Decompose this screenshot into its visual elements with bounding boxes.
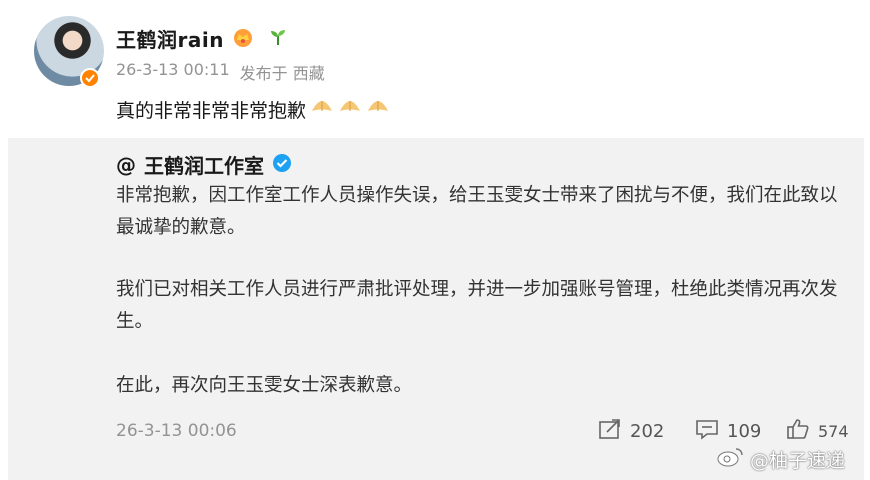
- post-text: 真的非常非常非常抱歉: [116, 96, 390, 123]
- clap-emoji-icon: [338, 97, 362, 122]
- at-symbol: @: [116, 152, 136, 177]
- repost-count: 202: [630, 421, 665, 442]
- comment-count: 109: [727, 421, 762, 442]
- sprout-icon: [268, 27, 288, 51]
- clap-emoji-icon: [310, 97, 334, 122]
- quoted-paragraph-1: 非常抱歉，因工作室工作人员操作失误，给王玉雯女士带来了困扰与不便，我们在此致以最…: [116, 185, 838, 238]
- weibo-logo-icon: [716, 446, 744, 473]
- watermark-text: @柚子速递: [750, 450, 846, 472]
- quoted-author-name[interactable]: 王鹤润工作室: [144, 150, 264, 179]
- post-meta: 26-3-13 00:11 发布于 西藏: [116, 60, 325, 84]
- comment-icon: [695, 418, 719, 445]
- crown-icon: [232, 27, 254, 51]
- verified-blue-icon: [272, 153, 292, 177]
- quoted-header: @ 王鹤润工作室: [116, 150, 292, 179]
- quoted-paragraph-3: 在此，再次向王玉雯女士深表歉意。: [116, 375, 413, 396]
- author-name[interactable]: 王鹤润rain: [116, 24, 224, 53]
- post-location: 发布于 西藏: [239, 64, 325, 83]
- clap-emoji-icon: [366, 97, 390, 122]
- author-row: 王鹤润rain: [116, 24, 288, 53]
- quoted-paragraph-2: 我们已对相关工作人员进行严肃批评处理，并进一步加强账号管理，杜绝此类情况再次发生…: [116, 279, 838, 332]
- post-time[interactable]: 26-3-13 00:11: [116, 60, 230, 84]
- post-body: 真的非常非常非常抱歉: [116, 100, 307, 122]
- repost-button[interactable]: 202: [598, 418, 664, 445]
- verified-orange-icon: [80, 68, 100, 88]
- quoted-time[interactable]: 26-3-13 00:06: [116, 421, 237, 441]
- like-button[interactable]: 574: [786, 418, 849, 445]
- like-count: 574: [818, 422, 849, 441]
- comment-button[interactable]: 109: [695, 418, 761, 445]
- watermark: @柚子速递: [716, 446, 845, 473]
- repost-icon: [598, 418, 622, 445]
- thumbs-up-icon: [786, 418, 810, 445]
